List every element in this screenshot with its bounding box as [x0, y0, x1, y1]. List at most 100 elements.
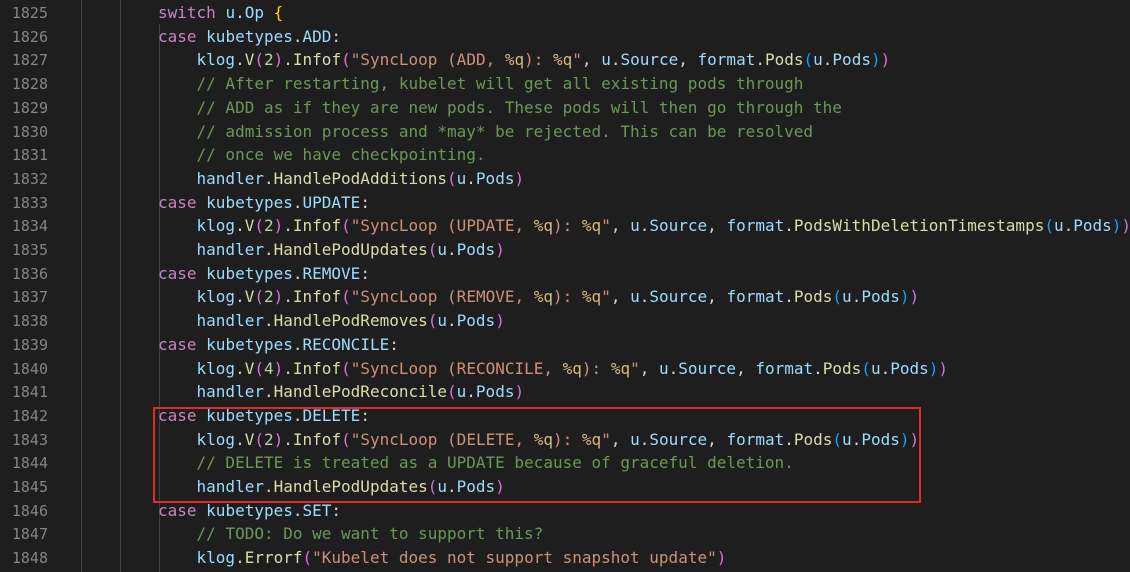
line-number: 1825: [11, 4, 48, 22]
code-token: .: [292, 263, 303, 283]
code-line[interactable]: 1840 klog.V(4).Infof("SyncLoop (RECONCIL…: [0, 357, 1130, 381]
code-token: // ADD as if they are new pods. These po…: [196, 97, 842, 117]
code-token: case: [158, 26, 197, 46]
code-token: // TODO: Do we want to support this?: [196, 524, 544, 544]
code-token: %q: [610, 358, 631, 378]
code-token: .: [235, 548, 245, 568]
code-token: Pods: [822, 358, 862, 378]
code-token: 2: [263, 216, 274, 236]
code-token: 2: [263, 287, 274, 307]
code-token: 2: [263, 50, 274, 70]
code-token: Source: [678, 358, 737, 378]
code-token: ): [273, 358, 284, 378]
code-token: switch: [158, 3, 216, 22]
code-token: ,: [581, 50, 602, 70]
code-line[interactable]: 1833 case kubetypes.UPDATE:: [0, 191, 1130, 215]
code-token: .: [263, 168, 274, 188]
code-text: // ADD as if they are new pods. These po…: [158, 96, 842, 120]
code-token: .: [784, 287, 794, 307]
code-editor[interactable]: 1825 switch u.Op {1826 case kubetypes.ADD:…: [0, 0, 1130, 572]
code-line[interactable]: 1830 // admission process and *may* be r…: [0, 120, 1130, 144]
code-token: ): [273, 287, 284, 307]
code-token: (: [447, 382, 457, 402]
line-number: 1848: [11, 549, 48, 568]
code-token: Infof: [292, 287, 342, 307]
code-line[interactable]: 1827 klog.V(2).Infof("SyncLoop (ADD, %q)…: [0, 48, 1130, 72]
code-token: format: [726, 287, 785, 307]
code-token: ): [880, 50, 891, 70]
code-token: :: [331, 500, 342, 520]
code-line[interactable]: 1831 // once we have checkpointing.: [0, 143, 1130, 167]
code-token: %q: [562, 358, 582, 378]
code-token: Infof: [292, 358, 342, 378]
code-text: case kubetypes.REMOVE:: [158, 262, 370, 286]
code-token: u: [630, 216, 640, 236]
code-token: ,: [678, 50, 698, 70]
code-line[interactable]: 1848 klog.Errorf("Kubelet does not suppo…: [0, 546, 1130, 570]
code-token: .: [447, 240, 457, 259]
code-token: u: [225, 3, 236, 22]
line-number: 1834: [11, 217, 48, 236]
code-token: :: [360, 192, 370, 212]
code-token: Pods: [1073, 216, 1112, 236]
code-token: u: [870, 358, 881, 378]
code-token: V: [244, 287, 255, 307]
code-token: Source: [649, 216, 708, 236]
code-text: klog.V(4).Infof("SyncLoop (RECONCILE, %q…: [158, 357, 949, 381]
code-line[interactable]: 1826 case kubetypes.ADD:: [0, 25, 1130, 49]
code-line[interactable]: 1834 klog.V(2).Infof("SyncLoop (UPDATE, …: [0, 214, 1130, 238]
code-line[interactable]: 1825 switch u.Op {: [0, 1, 1130, 25]
code-line[interactable]: 1829 // ADD as if they are new pods. The…: [0, 96, 1130, 120]
code-line[interactable]: 1847 // TODO: Do we want to support this…: [0, 522, 1130, 546]
code-token: klog: [196, 216, 236, 236]
code-token: ,: [639, 358, 659, 378]
code-text: handler.HandlePodRemoves(u.Pods): [158, 309, 505, 333]
code-token: %q: [533, 216, 554, 236]
code-line[interactable]: 1838 handler.HandlePodRemoves(u.Pods): [0, 309, 1130, 333]
code-token: .: [263, 382, 274, 402]
code-line[interactable]: 1837 klog.V(2).Infof("SyncLoop (REMOVE, …: [0, 285, 1130, 309]
code-token: handler: [196, 311, 264, 331]
code-line[interactable]: 1841 handler.HandlePodReconcile(u.Pods): [0, 380, 1130, 404]
code-token: .: [466, 382, 476, 402]
code-token: case: [158, 192, 197, 212]
code-token: u: [437, 240, 448, 259]
code-token: HandlePodAdditions: [273, 168, 447, 188]
code-token: .: [639, 287, 650, 307]
code-token: Op: [244, 3, 264, 22]
code-text: handler.HandlePodUpdates(u.Pods): [158, 238, 505, 262]
code-line[interactable]: 1828 // After restarting, kubelet will g…: [0, 72, 1130, 96]
code-token: // once we have checkpointing.: [196, 145, 486, 165]
code-token: (: [861, 358, 871, 378]
code-token: .: [283, 287, 293, 307]
code-line[interactable]: 1839 case kubetypes.RECONCILE:: [0, 333, 1130, 357]
code-token: PodsWithDeletionTimestamps: [793, 216, 1045, 236]
code-token: u: [456, 168, 467, 188]
code-token: V: [244, 358, 255, 378]
code-token: V: [244, 50, 255, 70]
code-token: .: [263, 240, 274, 259]
code-token: u: [658, 358, 669, 378]
code-line[interactable]: 1835 handler.HandlePodUpdates(u.Pods): [0, 238, 1130, 262]
code-token: (: [427, 240, 438, 259]
line-number: 1842: [11, 406, 48, 425]
highlight-box-delete-case: [153, 407, 921, 503]
code-token: ": [601, 216, 611, 236]
code-token: ): [899, 287, 910, 307]
code-token: .: [283, 216, 293, 236]
code-token: .: [235, 3, 245, 22]
code-line[interactable]: 1836 case kubetypes.REMOVE:: [0, 262, 1130, 286]
code-token: ): [1111, 216, 1122, 236]
code-line[interactable]: 1832 handler.HandlePodAdditions(u.Pods): [0, 167, 1130, 191]
line-number: 1827: [11, 51, 48, 70]
code-token: ): [495, 240, 505, 259]
code-token: .: [755, 50, 765, 70]
